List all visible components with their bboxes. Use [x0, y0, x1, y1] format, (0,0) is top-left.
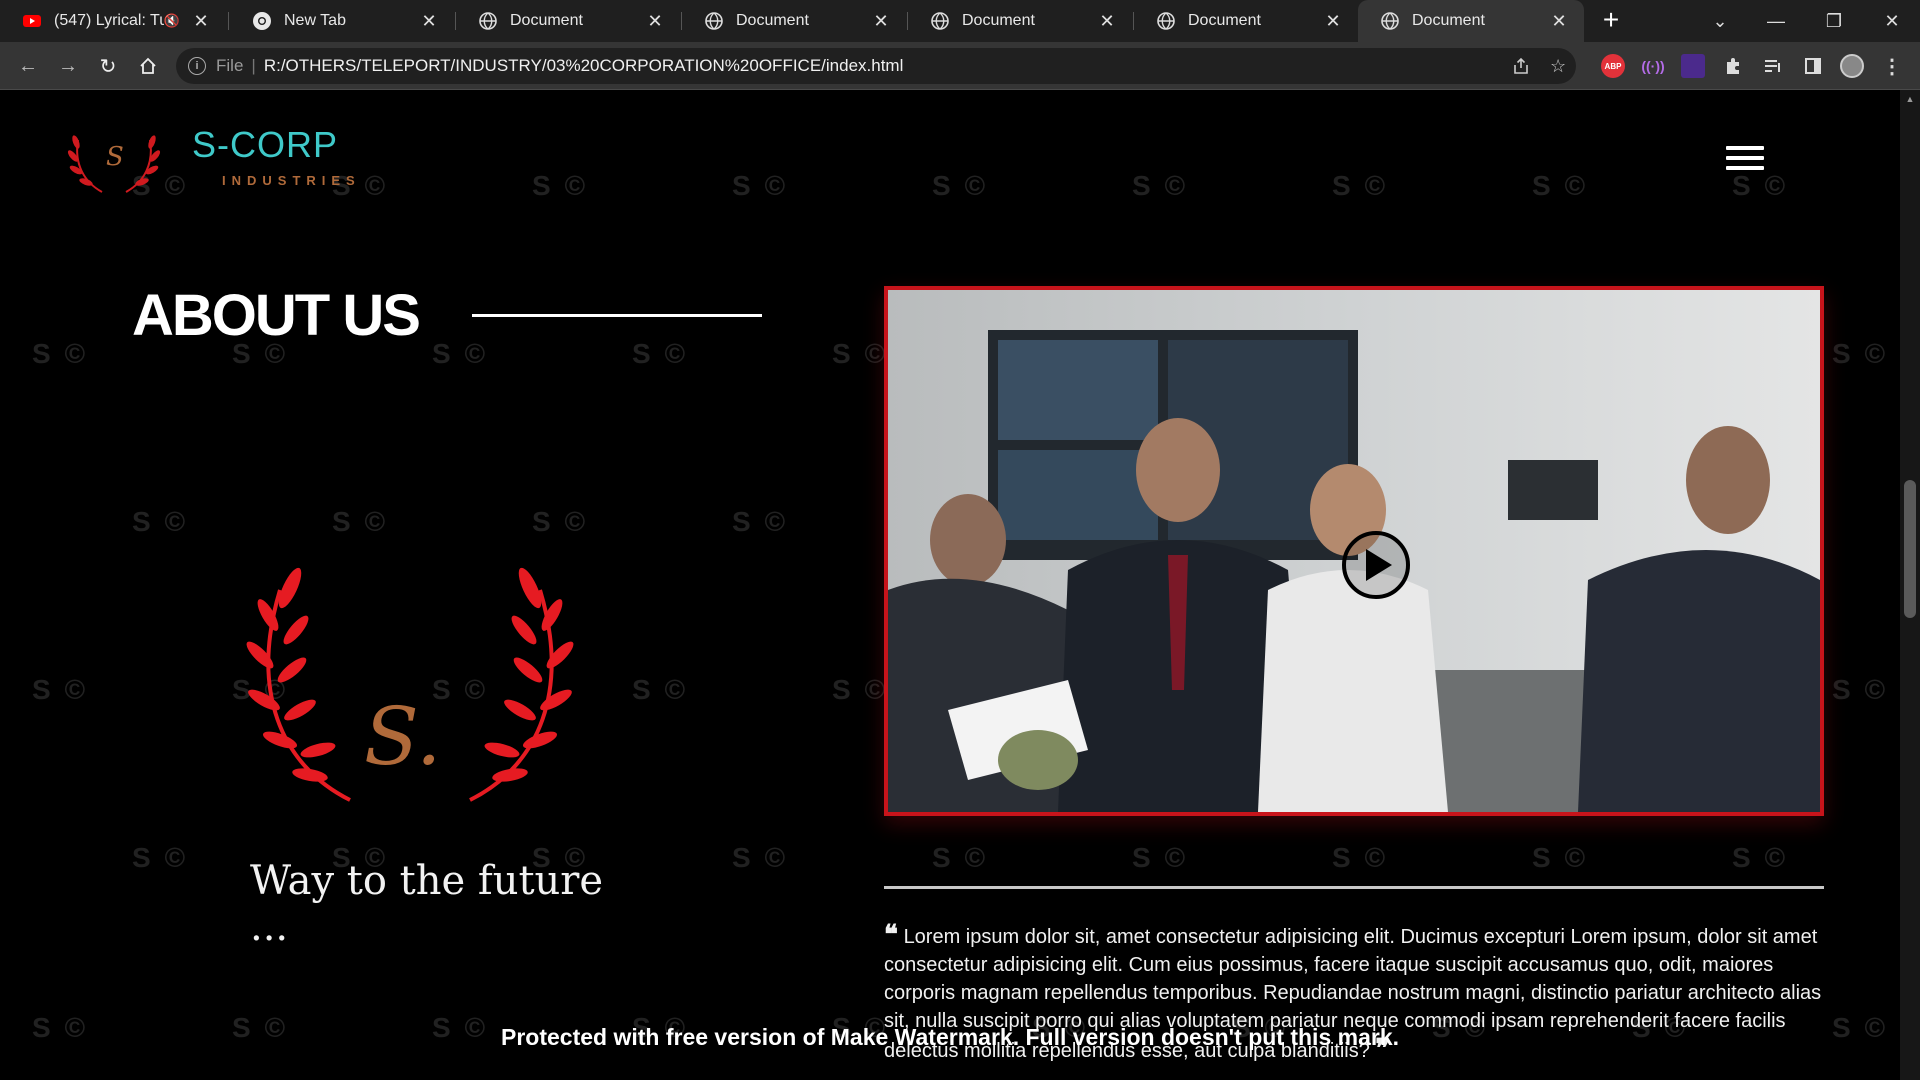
video-thumbnail [888, 290, 1820, 812]
tab-title: (547) Lyrical: Tui E [54, 12, 164, 29]
about-us-heading: ABOUT US [132, 283, 421, 348]
globe-icon [931, 12, 949, 30]
watermark-banner: Protected with free version of Make Wate… [501, 1024, 1399, 1050]
watermark-mark: S © [332, 506, 389, 537]
watermark-mark: S © [532, 170, 589, 201]
speaker-muted-icon[interactable]: 🔇 [164, 13, 180, 29]
watermark-mark: S © [432, 338, 489, 369]
globe-icon [705, 12, 723, 30]
bookmark-star-icon[interactable]: ☆ [1550, 48, 1566, 84]
watermark-mark: S © [732, 506, 789, 537]
scrollbar-thumb[interactable] [1904, 480, 1916, 618]
logo-subtitle: INDUSTRIES [222, 173, 361, 188]
watermark-mark: S © [1532, 842, 1589, 873]
watermark-mark: S © [1132, 170, 1189, 201]
forward-arrow-icon[interactable]: → [52, 50, 84, 82]
tab-document[interactable]: Document ✕ [1134, 0, 1358, 42]
adblock-extension-icon[interactable]: ABP [1601, 54, 1625, 78]
close-icon[interactable]: ✕ [418, 11, 440, 32]
watermark-mark: S © [732, 170, 789, 201]
close-icon[interactable]: ✕ [644, 11, 666, 32]
watermark-mark: S © [1332, 170, 1389, 201]
restore-button[interactable]: ❐ [1806, 0, 1862, 42]
watermark-mark: S © [1132, 842, 1189, 873]
tab-title: Document [1412, 12, 1485, 29]
watermark-mark: S © [1832, 674, 1889, 705]
tab-document-active[interactable]: Document ✕ [1358, 0, 1584, 42]
url-text[interactable]: R:/OTHERS/TELEPORT/INDUSTRY/03%20CORPORA… [264, 56, 904, 76]
watermark-mark: S © [832, 674, 889, 705]
tab-search-chevron-icon[interactable]: ⌄ [1692, 0, 1748, 42]
watermark-mark: S © [732, 842, 789, 873]
back-arrow-icon[interactable]: ← [12, 50, 44, 82]
watermark-mark: S © [932, 170, 989, 201]
site-logo[interactable]: S S-CORP INDUSTRIES [64, 120, 384, 200]
watermark-mark: S © [1732, 170, 1789, 201]
watermark-mark: S © [932, 842, 989, 873]
emblem-monogram: S. [364, 690, 442, 783]
home-icon[interactable] [132, 50, 164, 82]
video-player[interactable] [884, 286, 1824, 816]
logo-brand-text: S-CORP [192, 124, 339, 165]
globe-icon [1381, 12, 1399, 30]
broadcast-extension-icon[interactable]: ((·)) [1641, 54, 1665, 78]
address-bar[interactable]: i File | R:/OTHERS/TELEPORT/INDUSTRY/03%… [176, 48, 1576, 84]
purple-extension-icon[interactable] [1681, 54, 1705, 78]
minimize-button[interactable]: — [1748, 0, 1804, 42]
youtube-icon [23, 15, 41, 27]
watermark-mark: S © [32, 338, 89, 369]
share-icon[interactable] [1512, 48, 1530, 84]
watermark-mark: S © [132, 842, 189, 873]
reload-icon[interactable]: ↻ [92, 50, 124, 82]
browser-toolbar: ← → ↻ i File | R:/OTHERS/TELEPORT/INDUST… [0, 42, 1920, 90]
tab-title: Document [1188, 12, 1261, 29]
tab-title: Document [510, 12, 583, 29]
tab-new-tab[interactable]: New Tab ✕ [230, 0, 454, 42]
watermark-mark: S © [1732, 842, 1789, 873]
page-viewport: S © S © S © S © S © S © S © S © S © S © S © S © S © S… [0, 90, 1900, 1080]
tab-document[interactable]: Document ✕ [456, 0, 680, 42]
close-icon[interactable]: ✕ [1548, 11, 1570, 32]
watermark-mark: S © [632, 338, 689, 369]
watermark-mark: S © [132, 506, 189, 537]
page-scrollbar[interactable]: ▲ [1900, 90, 1920, 1080]
profile-avatar[interactable] [1840, 54, 1864, 78]
tagline: Way to the future ... [250, 858, 604, 950]
logo-monogram: S [106, 142, 124, 172]
watermark-mark: S © [1832, 338, 1889, 369]
globe-icon [1157, 12, 1175, 30]
close-icon[interactable]: ✕ [190, 11, 212, 32]
close-icon[interactable]: ✕ [1322, 11, 1344, 32]
watermark-mark: S © [532, 506, 589, 537]
watermark-mark: S © [632, 674, 689, 705]
close-icon[interactable]: ✕ [1096, 11, 1118, 32]
watermark-mark: S © [1532, 170, 1589, 201]
globe-icon [479, 12, 497, 30]
quote-open-icon: ❝ [884, 920, 898, 950]
kebab-menu-icon[interactable]: ⋮ [1880, 54, 1904, 78]
site-info-icon[interactable]: i [188, 57, 206, 75]
heading-underline [472, 314, 762, 317]
side-panel-icon[interactable] [1801, 54, 1825, 78]
hamburger-menu-icon[interactable] [1726, 146, 1766, 174]
tab-title: New Tab [284, 12, 346, 29]
close-icon[interactable]: ✕ [870, 11, 892, 32]
section-divider [884, 886, 1824, 889]
reading-list-icon[interactable] [1761, 54, 1785, 78]
tab-youtube[interactable]: (547) Lyrical: Tui E 🔇 ✕ [0, 0, 226, 42]
tab-strip: (547) Lyrical: Tui E 🔇 ✕ New Tab ✕ Docum… [0, 0, 1920, 42]
new-tab-button[interactable]: + [1596, 6, 1626, 36]
scroll-up-arrow-icon[interactable]: ▲ [1904, 94, 1916, 106]
tab-document[interactable]: Document ✕ [908, 0, 1132, 42]
tab-title: Document [962, 12, 1035, 29]
window-close-button[interactable]: ✕ [1864, 0, 1920, 42]
watermark-mark: S © [1332, 842, 1389, 873]
tab-document[interactable]: Document ✕ [682, 0, 906, 42]
puzzle-extensions-icon[interactable] [1721, 54, 1745, 78]
url-scheme: File [216, 56, 244, 75]
watermark-mark: S © [32, 674, 89, 705]
chrome-icon [253, 12, 271, 30]
tab-title: Document [736, 12, 809, 29]
watermark-mark: S © [832, 338, 889, 369]
